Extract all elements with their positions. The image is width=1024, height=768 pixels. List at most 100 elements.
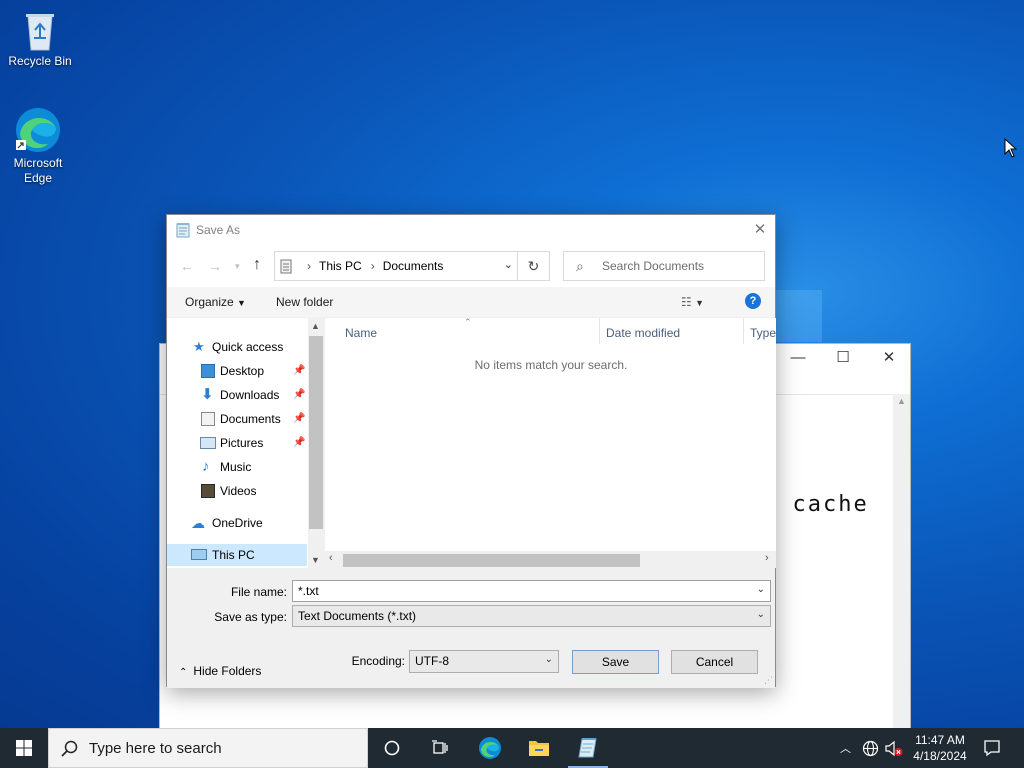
scrollbar-thumb[interactable] bbox=[343, 554, 640, 567]
cortana-button[interactable] bbox=[368, 728, 416, 768]
pin-icon[interactable]: 📌 bbox=[293, 360, 305, 382]
refresh-icon[interactable]: ↻ bbox=[517, 252, 549, 280]
nav-item-pictures[interactable]: Pictures 📌 bbox=[167, 432, 307, 454]
dialog-titlebar[interactable]: Save As ✕ bbox=[167, 215, 775, 245]
action-center-icon[interactable] bbox=[983, 739, 1001, 757]
chevron-down-icon[interactable]: ⌄ bbox=[757, 609, 765, 620]
scroll-left-icon[interactable]: ‹ bbox=[329, 552, 333, 564]
edge-icon bbox=[16, 108, 60, 152]
download-arrow-icon: ⬇ bbox=[201, 386, 214, 403]
column-header-name[interactable]: Name bbox=[345, 326, 377, 340]
help-icon[interactable]: ? bbox=[745, 293, 761, 309]
nav-this-pc[interactable]: This PC bbox=[167, 544, 307, 566]
task-view-button[interactable] bbox=[416, 728, 464, 768]
computer-icon bbox=[191, 549, 207, 560]
file-name-field[interactable]: *.txt ⌄ bbox=[292, 580, 771, 602]
horizontal-scrollbar[interactable]: ‹ › bbox=[325, 551, 776, 568]
nav-onedrive[interactable]: ☁ OneDrive bbox=[167, 512, 307, 534]
caret-down-icon: ▼ bbox=[237, 298, 246, 308]
search-box[interactable]: ⌕ bbox=[563, 251, 765, 281]
nav-label: Quick access bbox=[212, 340, 284, 354]
start-button[interactable] bbox=[0, 728, 48, 768]
pin-icon[interactable]: 📌 bbox=[293, 408, 305, 430]
breadcrumb-documents[interactable]: Documents bbox=[383, 259, 444, 273]
organize-button[interactable]: Organize ▼ bbox=[185, 295, 246, 309]
pin-icon[interactable]: 📌 bbox=[293, 432, 305, 454]
dialog-title: Save As bbox=[196, 223, 241, 237]
speaker-muted-icon[interactable] bbox=[885, 740, 903, 757]
column-divider[interactable] bbox=[599, 318, 600, 344]
chevron-down-icon[interactable]: ⌄ bbox=[757, 584, 765, 595]
save-as-type-select[interactable]: Text Documents (*.txt) ⌄ bbox=[292, 605, 771, 627]
cancel-button[interactable]: Cancel bbox=[671, 650, 758, 674]
nav-label: OneDrive bbox=[212, 516, 263, 530]
back-arrow-icon[interactable]: ← bbox=[180, 258, 194, 274]
file-name-value[interactable]: *.txt bbox=[298, 584, 319, 598]
scroll-down-icon[interactable]: ▼ bbox=[311, 555, 320, 565]
breadcrumb: › This PC › Documents bbox=[301, 259, 443, 273]
minimize-icon[interactable]: — bbox=[778, 348, 818, 368]
nav-label: Documents bbox=[220, 412, 281, 426]
hide-folders-button[interactable]: ⌃ Hide Folders bbox=[179, 664, 261, 678]
recent-locations-icon[interactable]: ▾ bbox=[235, 261, 240, 272]
address-row: ← → ▾ ↑ › This PC › Documents ⌄ ↻ ⌕ bbox=[167, 245, 775, 287]
maximize-icon[interactable]: ☐ bbox=[823, 348, 863, 368]
taskbar-edge[interactable] bbox=[466, 728, 514, 768]
folder-icon bbox=[529, 741, 549, 756]
taskbar-file-explorer[interactable] bbox=[515, 728, 563, 768]
scroll-right-icon[interactable]: › bbox=[765, 552, 769, 564]
resize-grip-icon[interactable]: ⋰ bbox=[764, 675, 773, 686]
nav-quick-access[interactable]: ★ Quick access bbox=[167, 336, 307, 358]
star-icon: ★ bbox=[193, 339, 205, 354]
chevron-right-icon: › bbox=[370, 259, 375, 273]
taskbar-search-box[interactable]: Type here to search bbox=[48, 728, 368, 768]
desktop-icon-recycle-bin[interactable]: Recycle Bin bbox=[2, 8, 78, 69]
nav-label: Videos bbox=[220, 484, 257, 498]
desktop-icon-label: Microsoft Edge bbox=[13, 156, 63, 185]
column-header-date-modified[interactable]: Date modified bbox=[606, 326, 680, 340]
up-arrow-icon[interactable]: ↑ bbox=[253, 256, 261, 274]
nav-label: This PC bbox=[212, 548, 255, 562]
nav-item-desktop[interactable]: Desktop 📌 bbox=[167, 360, 307, 382]
save-as-type-label: Save as type: bbox=[214, 610, 287, 624]
search-input[interactable] bbox=[600, 257, 756, 275]
file-list-pane: ⌃ Name Date modified Type No items match… bbox=[325, 317, 776, 568]
taskbar-notepad[interactable] bbox=[564, 728, 612, 768]
save-button[interactable]: Save bbox=[572, 650, 659, 674]
column-divider[interactable] bbox=[743, 318, 744, 344]
nav-item-documents[interactable]: Documents 📌 bbox=[167, 408, 307, 430]
cortana-circle-icon bbox=[384, 740, 400, 756]
nav-item-videos[interactable]: Videos bbox=[167, 480, 307, 502]
view-options-icon[interactable]: ☷ ▼ bbox=[681, 295, 704, 309]
taskbar-search-placeholder: Type here to search bbox=[89, 740, 222, 757]
clock-time: 11:47 AM bbox=[915, 733, 965, 747]
new-folder-button[interactable]: New folder bbox=[276, 295, 333, 309]
chevron-down-icon[interactable]: ⌄ bbox=[504, 258, 513, 271]
address-bar[interactable]: › This PC › Documents ⌄ ↻ bbox=[274, 251, 550, 281]
nav-item-music[interactable]: ♪ Music bbox=[167, 456, 307, 478]
scroll-up-icon[interactable]: ▲ bbox=[897, 396, 906, 406]
chevron-down-icon[interactable]: ⌄ bbox=[545, 654, 553, 665]
forward-arrow-icon[interactable]: → bbox=[208, 258, 222, 274]
scrollbar-thumb[interactable] bbox=[309, 336, 323, 529]
nav-item-downloads[interactable]: ⬇ Downloads 📌 bbox=[167, 384, 307, 406]
dialog-toolbar: Organize ▼ New folder ☷ ▼ ? bbox=[167, 287, 775, 317]
breadcrumb-this-pc[interactable]: This PC bbox=[319, 259, 362, 273]
pin-icon[interactable]: 📌 bbox=[293, 384, 305, 406]
vertical-scrollbar[interactable]: ▲ bbox=[893, 394, 910, 730]
column-header-type[interactable]: Type bbox=[750, 326, 776, 340]
scroll-up-icon[interactable]: ▲ bbox=[311, 321, 320, 331]
clock[interactable]: 11:47 AM 4/18/2024 bbox=[906, 732, 974, 764]
documents-folder-icon bbox=[280, 259, 292, 274]
nav-vertical-scrollbar[interactable]: ▲ ▼ bbox=[308, 318, 324, 568]
document-icon bbox=[201, 412, 215, 426]
desktop-icon-edge[interactable]: Microsoft Edge bbox=[0, 106, 76, 186]
close-icon[interactable]: ✕ bbox=[745, 215, 775, 245]
show-hidden-icons-icon[interactable]: ︿ bbox=[840, 740, 851, 756]
save-options: File name: *.txt ⌄ Save as type: Text Do… bbox=[167, 568, 775, 688]
taskbar: Type here to search ︿ 11:47 AM 4/18/2024 bbox=[0, 728, 1024, 768]
close-icon[interactable]: ✕ bbox=[869, 348, 909, 368]
network-globe-icon[interactable] bbox=[862, 740, 879, 757]
notepad-text: a cache bbox=[762, 492, 869, 517]
encoding-select[interactable]: UTF-8 ⌄ bbox=[409, 650, 559, 673]
